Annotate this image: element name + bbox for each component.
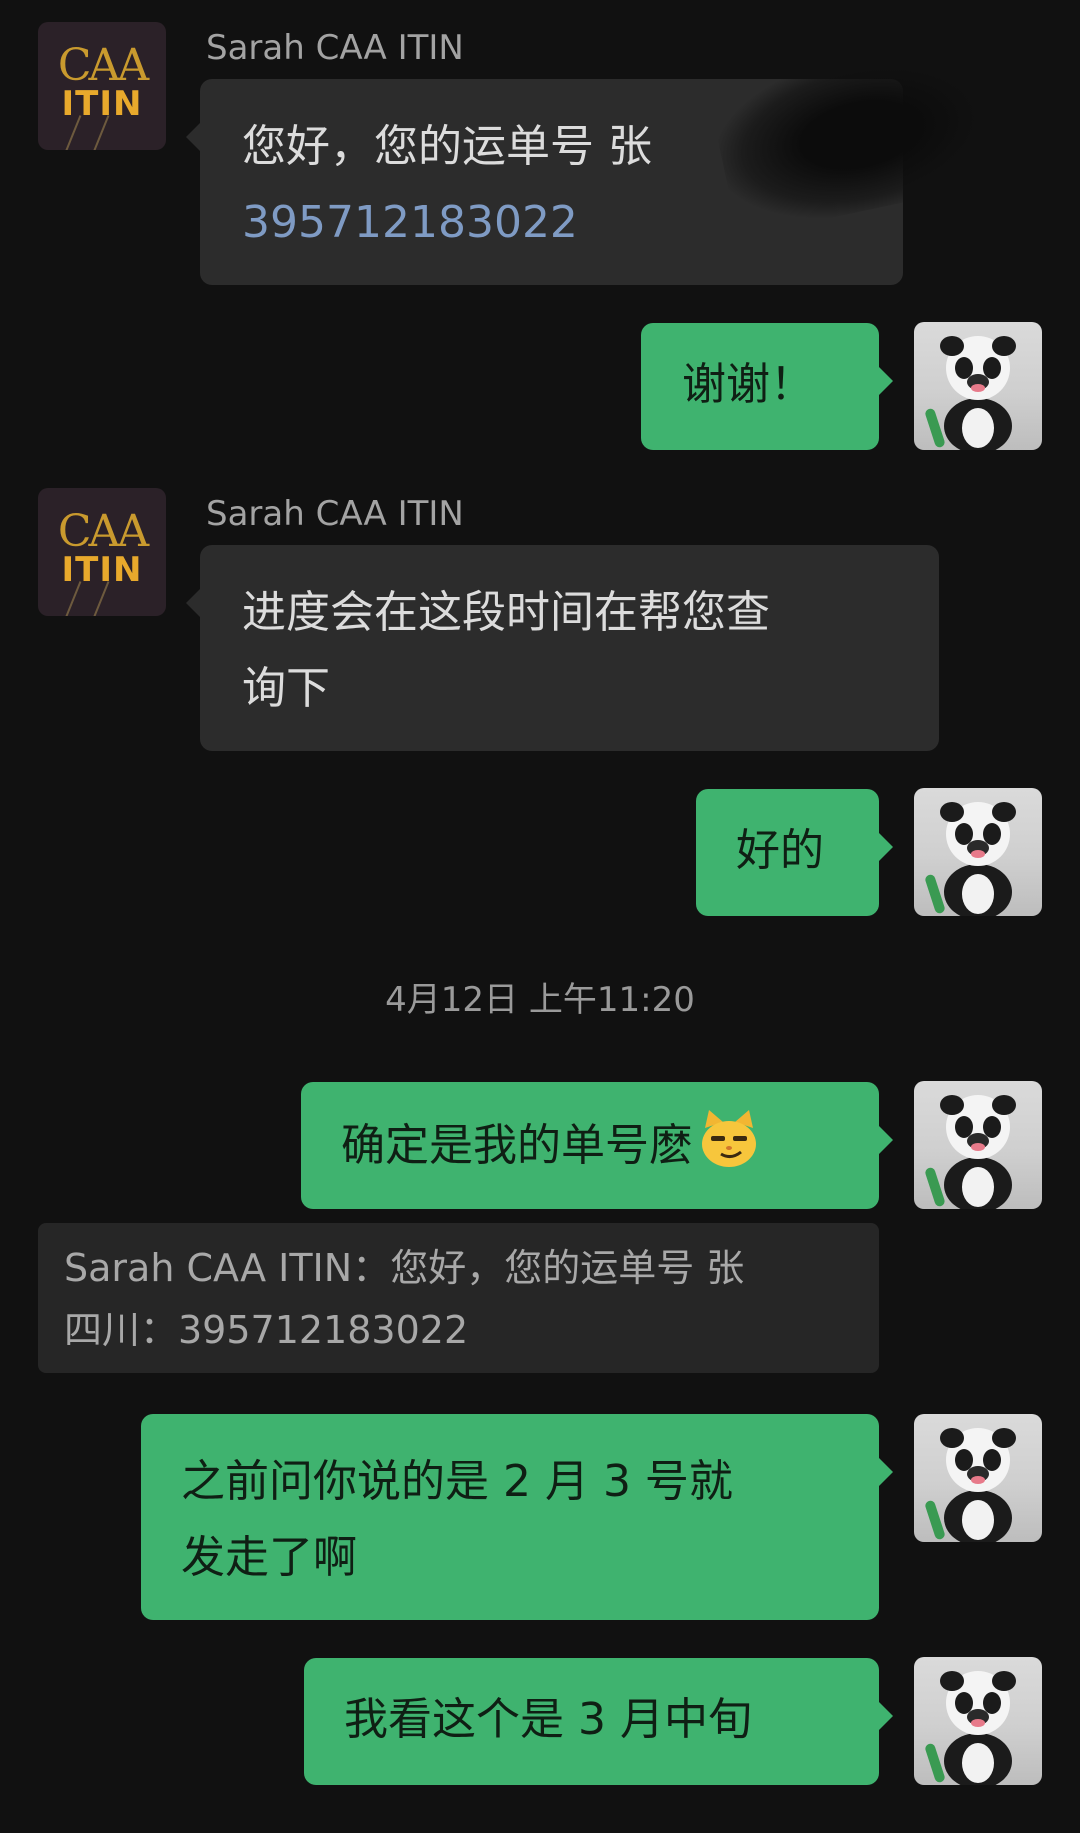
panda-dog-icon [925, 802, 1016, 916]
incoming-message-bubble[interactable]: 进度会在这段时间在帮您查 询下 [186, 545, 939, 751]
message-text: 好的 [736, 825, 824, 876]
message-text: 发走了啊 [181, 1532, 357, 1583]
quoted-message-text: 四川：395712183022 [64, 1308, 469, 1352]
user-avatar[interactable] [914, 322, 1042, 450]
quoted-message[interactable]: Sarah CAA ITIN：您好，您的运单号 张 四川：39571218302… [38, 1223, 879, 1373]
panda-dog-icon [925, 1428, 1016, 1542]
avatar-logo-caa: CAA [57, 506, 149, 557]
user-avatar[interactable] [914, 1414, 1042, 1542]
outgoing-message-bubble[interactable]: 我看这个是 3 月中旬 [304, 1658, 893, 1785]
message-text: 之前问你说的是 2 月 3 号就 [181, 1456, 733, 1507]
outgoing-message-bubble[interactable]: 好的 [696, 789, 893, 916]
message-text: 进度会在这段时间在帮您查 [242, 587, 770, 638]
avatar-logo-itin: ITIN [61, 84, 143, 124]
avatar-logo-itin: ITIN [61, 550, 143, 590]
outgoing-message-bubble[interactable]: 确定是我的单号麽 [301, 1082, 893, 1209]
contact-avatar[interactable]: CAA ITIN [38, 22, 166, 150]
user-avatar[interactable] [914, 788, 1042, 916]
user-avatar[interactable] [914, 1657, 1042, 1785]
user-avatar[interactable] [914, 1081, 1042, 1209]
panda-dog-icon [925, 336, 1016, 450]
contact-avatar[interactable]: CAA ITIN [38, 488, 166, 616]
panda-dog-icon [925, 1671, 1016, 1785]
avatar-logo-caa: CAA [57, 40, 149, 91]
redaction-scribble [707, 32, 1013, 238]
message-text: 我看这个是 3 月中旬 [344, 1694, 752, 1745]
panda-dog-icon [925, 1095, 1016, 1209]
outgoing-message-bubble[interactable]: 之前问你说的是 2 月 3 号就 发走了啊 [141, 1414, 893, 1620]
message-text: 询下 [242, 663, 330, 714]
message-text: 确定是我的单号麽 [341, 1120, 693, 1171]
sender-name: Sarah CAA ITIN [206, 28, 464, 68]
quoted-message-text: Sarah CAA ITIN：您好，您的运单号 张 [64, 1246, 745, 1290]
outgoing-message-bubble[interactable]: 谢谢！ [641, 323, 893, 450]
message-timestamp: 4月12日 上午11:20 [385, 980, 695, 1020]
message-text: 谢谢！ [682, 359, 814, 410]
sender-name: Sarah CAA ITIN [206, 494, 464, 534]
smirking-cat-emoji [702, 1110, 756, 1167]
